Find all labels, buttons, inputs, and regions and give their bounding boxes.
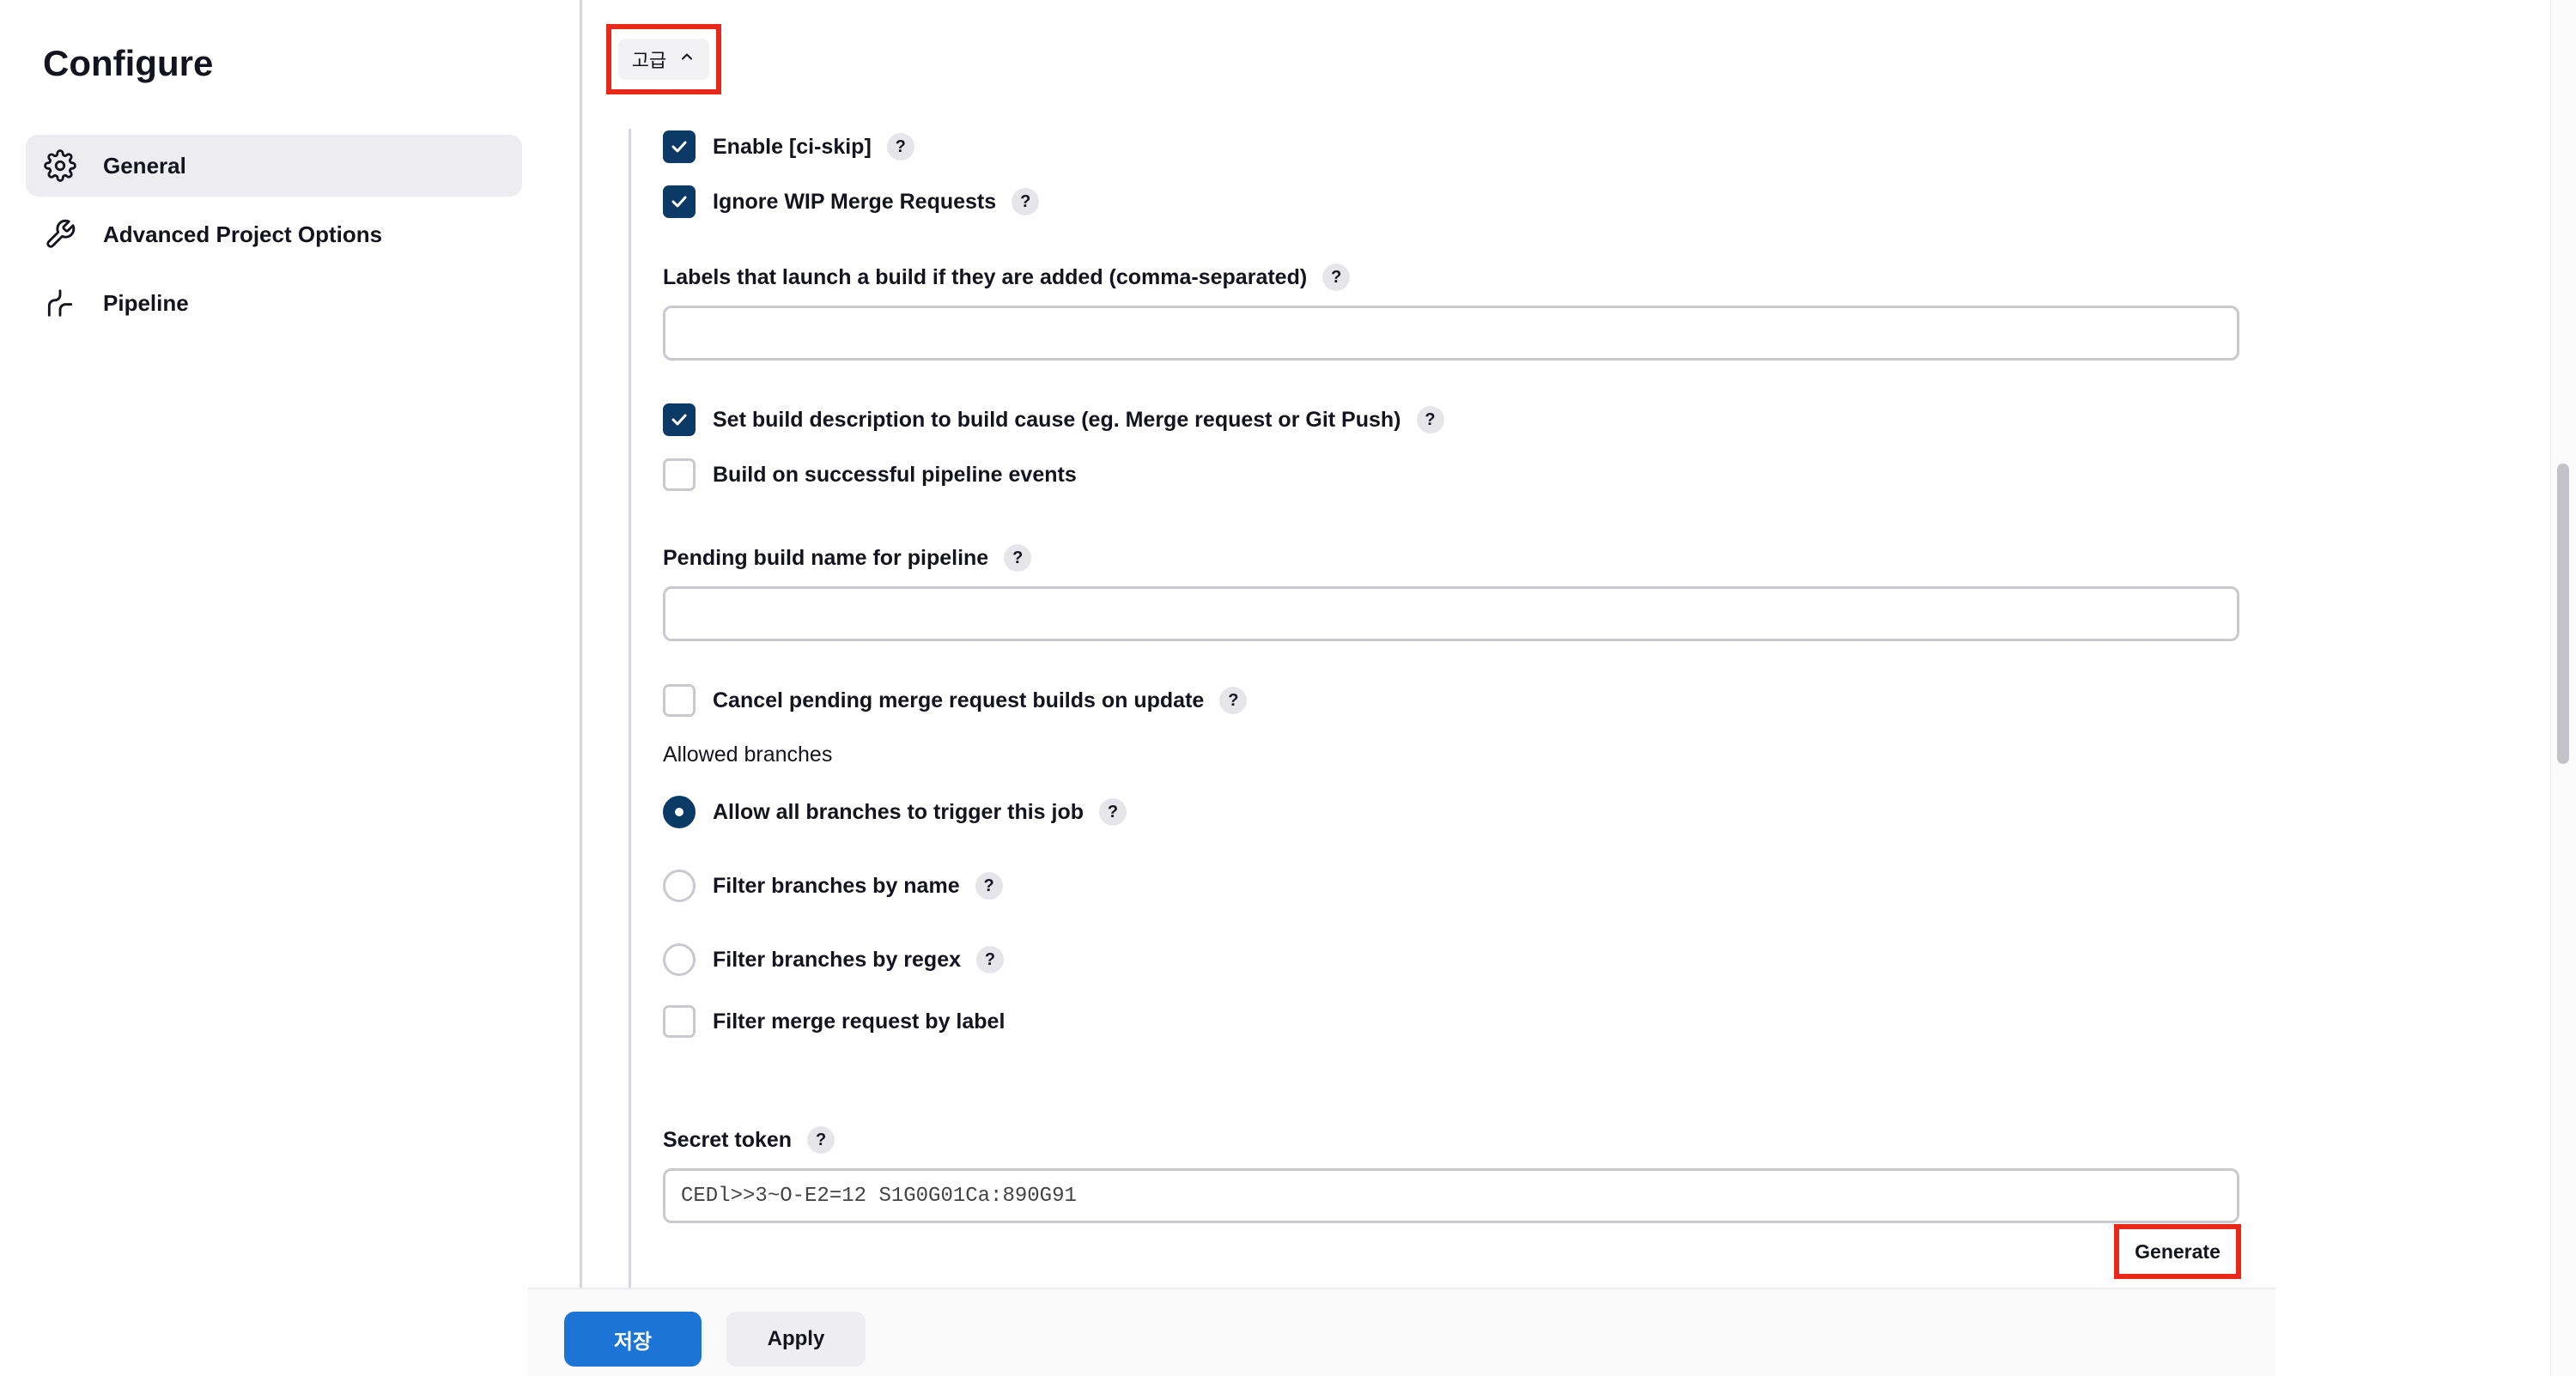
filter-label-row: Filter merge request by label xyxy=(663,1005,1005,1038)
sidebar-item-general[interactable]: General xyxy=(26,135,522,197)
help-icon[interactable]: ? xyxy=(975,872,1003,900)
generate-button[interactable]: Generate xyxy=(2114,1224,2241,1279)
set-description-label: Set build description to build cause (eg… xyxy=(713,407,1401,432)
branch-option-all: Allow all branches to trigger this job ? xyxy=(663,796,1127,828)
sidebar-item-advanced-project-options[interactable]: Advanced Project Options xyxy=(26,203,522,265)
sidebar-item-label: General xyxy=(103,152,186,179)
help-icon[interactable]: ? xyxy=(976,946,1005,973)
pending-name-label: Pending build name for pipeline ? xyxy=(663,544,1032,572)
filter-regex-radio[interactable] xyxy=(663,943,696,976)
advanced-toggle-button[interactable]: 고급 xyxy=(606,24,721,94)
help-icon[interactable]: ? xyxy=(1099,798,1127,826)
page-title: Configure xyxy=(43,43,214,83)
ignore-wip-row: Ignore WIP Merge Requests ? xyxy=(663,185,1040,218)
save-button[interactable]: 저장 xyxy=(564,1312,702,1367)
secret-token-label: Secret token ? xyxy=(663,1126,835,1154)
branch-option-name: Filter branches by name ? xyxy=(663,870,1003,902)
pending-name-text: Pending build name for pipeline xyxy=(663,545,989,570)
divider xyxy=(580,0,582,1288)
chevron-up-icon xyxy=(678,48,696,70)
help-icon[interactable]: ? xyxy=(1219,687,1248,714)
sidebar-item-label: Pipeline xyxy=(103,289,189,316)
apply-button[interactable]: Apply xyxy=(726,1312,866,1367)
branch-option-regex: Filter branches by regex ? xyxy=(663,943,1005,976)
ci-skip-checkbox[interactable] xyxy=(663,130,696,163)
allow-all-label: Allow all branches to trigger this job xyxy=(713,799,1084,824)
ci-skip-label: Enable [ci-skip] xyxy=(713,134,872,159)
ignore-wip-label: Ignore WIP Merge Requests xyxy=(713,189,997,214)
labels-field-text: Labels that launch a build if they are a… xyxy=(663,264,1308,289)
filter-label-label: Filter merge request by label xyxy=(713,1009,1005,1034)
help-icon[interactable]: ? xyxy=(807,1126,835,1154)
ignore-wip-checkbox[interactable] xyxy=(663,185,696,218)
filter-name-label: Filter branches by name xyxy=(713,873,960,898)
scrollbar-thumb[interactable] xyxy=(2557,464,2569,764)
pending-name-input[interactable] xyxy=(663,586,2239,641)
ci-skip-row: Enable [ci-skip] ? xyxy=(663,130,914,163)
advanced-label: 고급 xyxy=(631,50,667,71)
help-icon[interactable]: ? xyxy=(1012,188,1040,215)
filter-name-radio[interactable] xyxy=(663,870,696,902)
set-description-checkbox[interactable] xyxy=(663,403,696,436)
wrench-icon xyxy=(43,217,77,252)
gear-icon xyxy=(43,149,77,183)
cancel-pending-label: Cancel pending merge request builds on u… xyxy=(713,688,1205,712)
help-icon[interactable]: ? xyxy=(1004,544,1032,572)
filter-label-checkbox[interactable] xyxy=(663,1005,696,1038)
section-indent-line xyxy=(629,129,631,1296)
sidebar-item-label: Advanced Project Options xyxy=(103,221,383,247)
pipeline-events-row: Build on successful pipeline events xyxy=(663,458,1077,491)
filter-regex-label: Filter branches by regex xyxy=(713,947,962,972)
set-description-row: Set build description to build cause (eg… xyxy=(663,403,1444,436)
sidebar-item-pipeline[interactable]: Pipeline xyxy=(26,272,522,334)
labels-input[interactable] xyxy=(663,306,2239,361)
cancel-pending-row: Cancel pending merge request builds on u… xyxy=(663,684,1248,717)
pipeline-events-checkbox[interactable] xyxy=(663,458,696,491)
allowed-branches-label: Allowed branches xyxy=(663,743,833,767)
secret-token-input[interactable] xyxy=(663,1168,2239,1223)
allow-all-radio[interactable] xyxy=(663,796,696,828)
help-icon[interactable]: ? xyxy=(886,133,914,161)
labels-field-label: Labels that launch a build if they are a… xyxy=(663,264,1351,291)
secret-token-text: Secret token xyxy=(663,1127,793,1152)
help-icon[interactable]: ? xyxy=(1416,406,1444,433)
help-icon[interactable]: ? xyxy=(1322,264,1351,291)
pipeline-icon xyxy=(43,286,77,320)
cancel-pending-checkbox[interactable] xyxy=(663,684,696,717)
pipeline-events-label: Build on successful pipeline events xyxy=(713,462,1077,487)
